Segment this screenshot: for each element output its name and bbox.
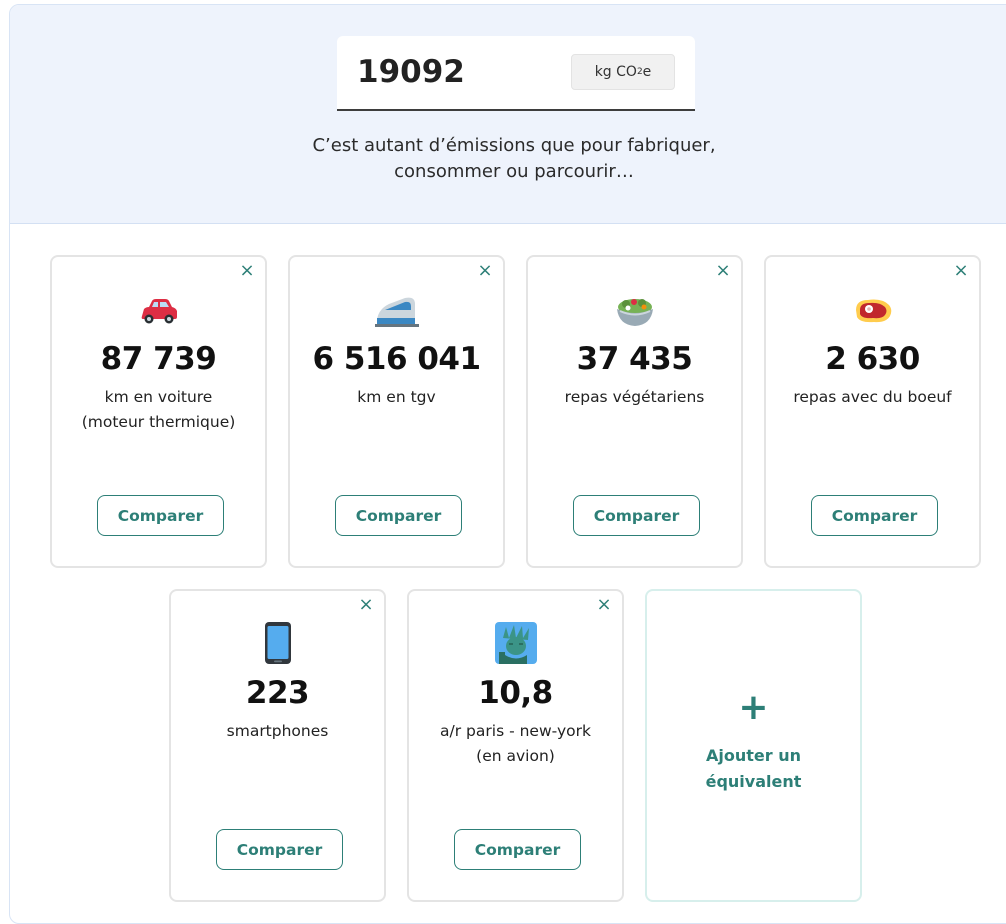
- train-icon: [290, 291, 503, 331]
- label-line-1: smartphones: [226, 722, 329, 740]
- add-equivalent-label: Ajouter un équivalent: [647, 743, 860, 795]
- remove-card-button[interactable]: ×: [713, 261, 733, 281]
- equivalent-label: km en tgv: [296, 385, 497, 410]
- co2-value-input[interactable]: [357, 50, 557, 94]
- add-label-line-2: équivalent: [705, 772, 802, 791]
- label-line-1: a/r paris - new-york: [440, 722, 591, 740]
- equivalent-number: 10,8: [478, 675, 553, 711]
- remove-card-button[interactable]: ×: [475, 261, 495, 281]
- label-line-1: repas avec du boeuf: [793, 388, 952, 406]
- label-line-1: repas végétariens: [564, 388, 705, 406]
- co2-value-field[interactable]: kg CO2e: [337, 36, 695, 111]
- compare-button[interactable]: Comparer: [811, 495, 938, 536]
- equivalent-card-smartphone: × 223 smartphones Comparer: [169, 589, 386, 902]
- salad-icon: [528, 291, 741, 331]
- statue-of-liberty-icon: [409, 621, 622, 665]
- unit-prefix: kg CO: [594, 64, 637, 80]
- equivalent-number: 223: [245, 675, 310, 711]
- remove-card-button[interactable]: ×: [951, 261, 971, 281]
- equivalent-label: repas avec du boeuf: [772, 385, 973, 410]
- equivalent-label: smartphones: [177, 719, 378, 744]
- equivalent-card-paris-new-york: × 10,8 a/r paris - new-york (en avion) C…: [407, 589, 624, 902]
- label-line-2: (moteur thermique): [81, 413, 236, 431]
- smartphone-icon: [171, 621, 384, 665]
- add-equivalent-card[interactable]: + Ajouter un équivalent: [645, 589, 862, 902]
- equivalent-number: 2 630: [825, 341, 920, 377]
- compare-button[interactable]: Comparer: [335, 495, 462, 536]
- label-line-1: km en tgv: [357, 388, 436, 406]
- steak-icon: [766, 291, 979, 331]
- compare-button[interactable]: Comparer: [573, 495, 700, 536]
- equivalent-label: a/r paris - new-york (en avion): [415, 719, 616, 769]
- label-line-1: km en voiture: [104, 388, 213, 406]
- compare-button[interactable]: Comparer: [454, 829, 581, 870]
- unit-suffix: e: [642, 64, 652, 80]
- equivalent-card-steak: × 2 630 repas avec du boeuf Comparer: [764, 255, 981, 568]
- subtitle-line-2: consommer ou parcourir…: [394, 161, 634, 182]
- comparator-panel: kg CO2e C’est autant d’émissions que pou…: [9, 4, 1006, 924]
- remove-card-button[interactable]: ×: [237, 261, 257, 281]
- plus-icon: +: [738, 687, 769, 728]
- equivalent-card-train: × 6 516 041 km en tgv Comparer: [288, 255, 505, 568]
- equivalent-label: km en voiture (moteur thermique): [58, 385, 259, 435]
- equivalent-card-car: × 87 739 km en voiture (moteur thermique…: [50, 255, 267, 568]
- equivalent-number: 37 435: [576, 341, 693, 377]
- remove-card-button[interactable]: ×: [594, 595, 614, 615]
- header-band: kg CO2e C’est autant d’émissions que pou…: [10, 5, 1006, 224]
- equivalent-label: repas végétariens: [534, 385, 735, 410]
- label-line-2: (en avion): [476, 747, 555, 765]
- compare-button[interactable]: Comparer: [97, 495, 224, 536]
- equivalent-number: 6 516 041: [312, 341, 481, 377]
- equivalence-subtitle: C’est autant d’émissions que pour fabriq…: [10, 133, 1006, 185]
- add-label-line-1: Ajouter un: [706, 746, 801, 765]
- unit-badge: kg CO 2 e: [571, 54, 675, 90]
- car-icon: [52, 291, 265, 331]
- compare-button[interactable]: Comparer: [216, 829, 343, 870]
- subtitle-line-1: C’est autant d’émissions que pour fabriq…: [312, 135, 716, 156]
- equivalent-number: 87 739: [100, 341, 217, 377]
- equivalent-card-salad: × 37 435 repas végétariens Comparer: [526, 255, 743, 568]
- remove-card-button[interactable]: ×: [356, 595, 376, 615]
